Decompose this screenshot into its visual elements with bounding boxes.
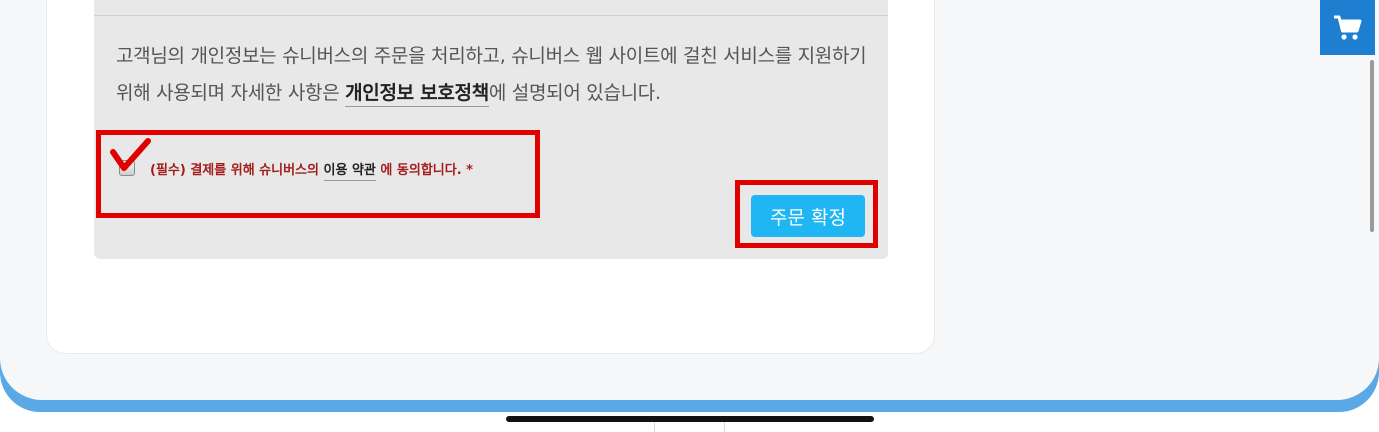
confirm-order-button[interactable]: 주문 확정	[751, 195, 865, 237]
cart-button[interactable]	[1320, 0, 1375, 55]
privacy-policy-link[interactable]: 개인정보 보호정책	[345, 82, 489, 107]
terms-of-use-link[interactable]: 이용 약관	[323, 163, 376, 181]
consent-label: (필수) 결제를 위해 슈니버스의 이용 약관 에 동의합니다. *	[150, 159, 473, 181]
privacy-notice-suffix: 에 설명되어 있습니다.	[488, 82, 661, 104]
consent-suffix: 에 동의합니다. *	[375, 163, 473, 178]
cart-icon	[1333, 15, 1361, 40]
consent-prefix: (필수) 결제를 위해 슈니버스의	[150, 163, 324, 178]
screen: 고객님의 개인정보는 슈니버스의 주문을 처리하고, 슈니버스 웹 사이트에 걸…	[0, 0, 1379, 400]
scrollbar[interactable]	[1370, 60, 1374, 232]
privacy-notice: 고객님의 개인정보는 슈니버스의 주문을 처리하고, 슈니버스 웹 사이트에 걸…	[116, 38, 876, 112]
bottom-divider	[654, 422, 655, 432]
panel-divider	[94, 15, 888, 16]
bottom-divider	[724, 422, 725, 432]
home-indicator[interactable]	[506, 416, 874, 422]
red-check-annotation-icon	[110, 138, 151, 171]
